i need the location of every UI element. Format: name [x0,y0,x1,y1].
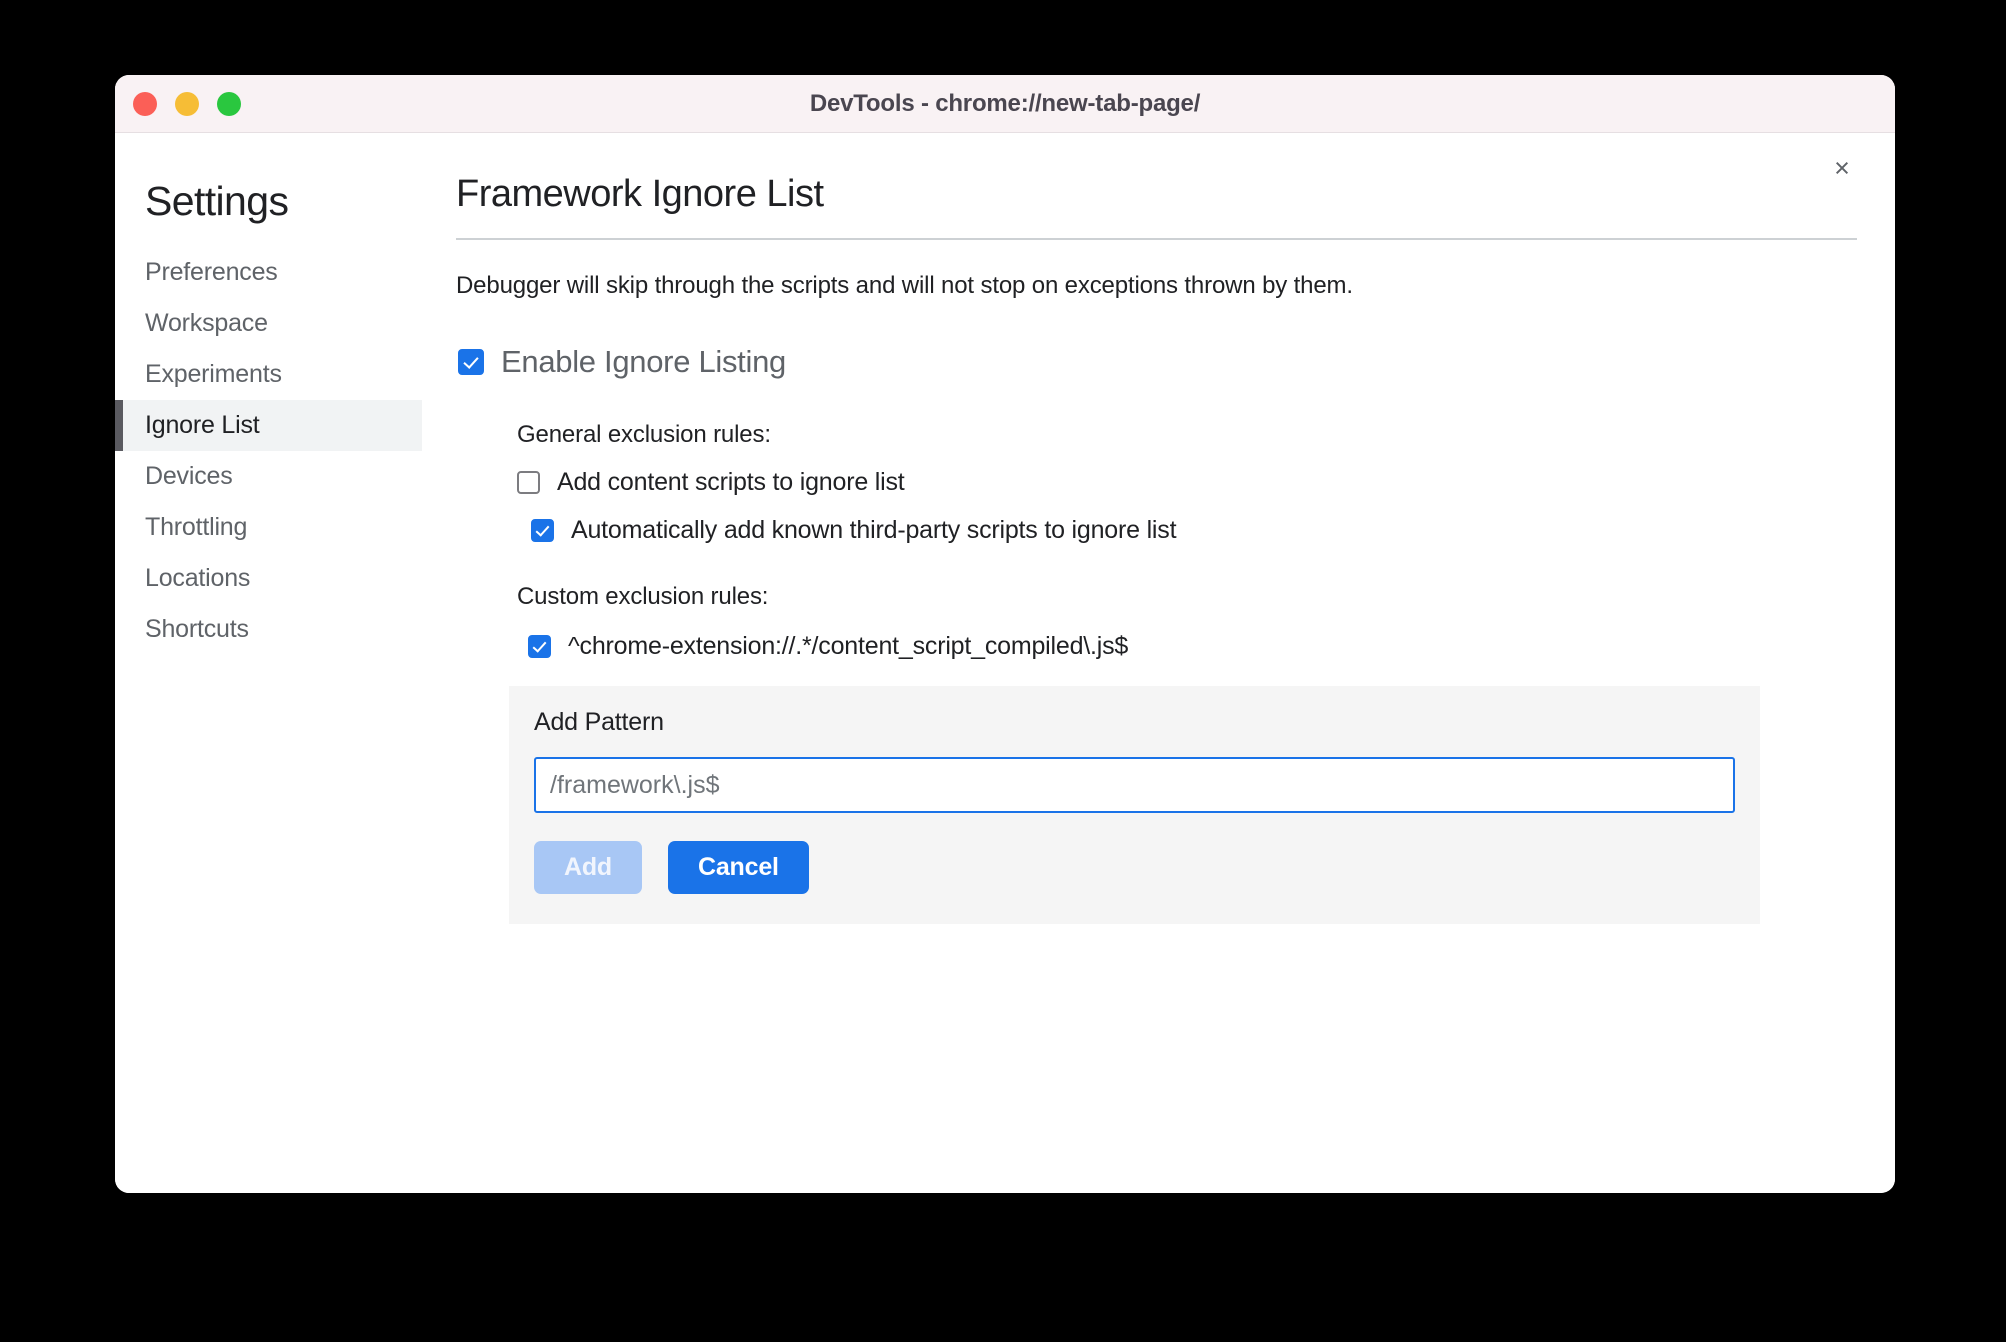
sidebar-item-label: Preferences [145,258,278,286]
window-titlebar: DevTools - chrome://new-tab-page/ [115,75,1895,133]
auto-third-party-checkbox[interactable] [531,519,554,542]
cancel-button[interactable]: Cancel [668,841,809,894]
add-pattern-panel: Add Pattern Add Cancel [509,686,1760,924]
traffic-lights [133,91,241,116]
sidebar-item-experiments[interactable]: Experiments [115,349,422,400]
sidebar-item-label: Workspace [145,309,268,337]
panel-description: Debugger will skip through the scripts a… [456,272,1353,299]
general-rules-label: General exclusion rules: [517,421,771,448]
rule-label: Add content scripts to ignore list [557,468,905,496]
rule-row-auto-third-party[interactable]: Automatically add known third-party scri… [531,516,1865,545]
settings-main-pane: × Framework Ignore List Debugger will sk… [422,133,1895,1193]
add-content-scripts-checkbox[interactable] [517,471,540,494]
devtools-window: DevTools - chrome://new-tab-page/ Settin… [115,75,1895,1193]
pattern-input[interactable] [534,757,1735,813]
maximize-window-button[interactable] [217,91,241,116]
custom-rules-label: Custom exclusion rules: [517,583,769,610]
settings-body: Settings Preferences Workspace Experimen… [115,133,1895,1193]
add-pattern-buttons: Add Cancel [534,841,1735,894]
window-title: DevTools - chrome://new-tab-page/ [809,89,1201,117]
rule-row-chrome-extension-pattern[interactable]: ^chrome-extension://.*/content_script_co… [528,632,1865,661]
add-button[interactable]: Add [534,841,642,894]
enable-ignore-listing-label: Enable Ignore Listing [501,344,786,379]
panel-title: Framework Ignore List [456,173,824,215]
sidebar-item-preferences[interactable]: Preferences [115,247,422,298]
close-icon[interactable]: × [1825,151,1859,185]
enable-ignore-listing-row[interactable]: Enable Ignore Listing [458,344,1865,380]
sidebar-item-label: Experiments [145,360,282,388]
add-pattern-title: Add Pattern [534,708,664,736]
sidebar-item-ignore-list[interactable]: Ignore List [115,400,422,451]
sidebar-item-label: Locations [145,564,251,592]
enable-ignore-listing-checkbox[interactable] [458,349,484,375]
rule-label: Automatically add known third-party scri… [571,516,1177,544]
minimize-window-button[interactable] [175,91,199,116]
sidebar-item-label: Throttling [145,513,248,541]
page-title: Settings [145,178,289,224]
sidebar-item-devices[interactable]: Devices [115,451,422,502]
sidebar-item-workspace[interactable]: Workspace [115,298,422,349]
settings-sidebar: Settings Preferences Workspace Experimen… [115,133,422,1193]
sidebar-item-shortcuts[interactable]: Shortcuts [115,604,422,655]
sidebar-item-locations[interactable]: Locations [115,553,422,604]
sidebar-item-label: Ignore List [145,411,260,439]
sidebar-item-throttling[interactable]: Throttling [115,502,422,553]
sidebar-item-label: Devices [145,462,233,490]
title-divider [456,238,1857,240]
rule-row-add-content-scripts[interactable]: Add content scripts to ignore list [517,468,1865,497]
custom-pattern-checkbox[interactable] [528,635,551,658]
close-window-button[interactable] [133,91,157,116]
rule-label: ^chrome-extension://.*/content_script_co… [568,632,1129,660]
sidebar-item-label: Shortcuts [145,615,249,643]
